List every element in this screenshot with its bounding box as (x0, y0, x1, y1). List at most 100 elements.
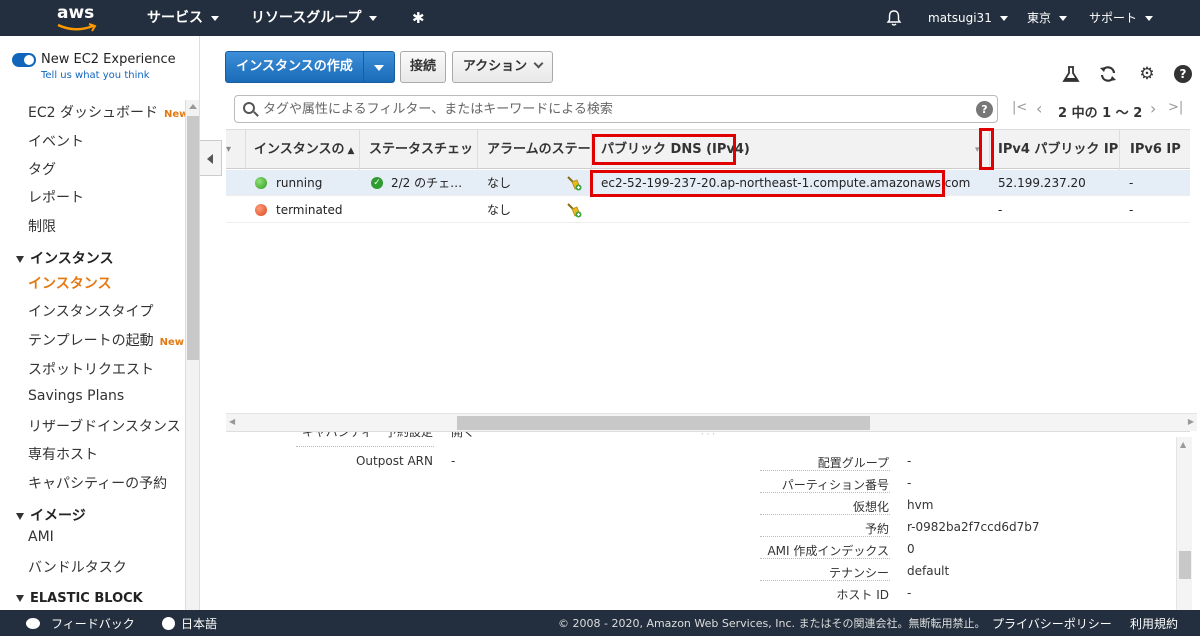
detail-value-ami-launch-index: 0 (907, 542, 915, 556)
divider (760, 580, 890, 581)
gear-icon[interactable]: ⚙ (1137, 64, 1157, 84)
details-vertical-scrollbar[interactable]: ▲ (1176, 437, 1192, 610)
column-header-label: インスタンスの (254, 142, 345, 157)
highlight-column-resize-handle (979, 128, 994, 170)
region-menu[interactable]: 東京 (1027, 0, 1068, 36)
resource-groups-menu[interactable]: リソースグループ (251, 0, 378, 36)
details-scrollbar-thumb[interactable] (1179, 551, 1191, 579)
connect-button[interactable]: 接続 (400, 51, 446, 83)
new-experience-toggle[interactable] (12, 53, 36, 67)
filter-search-input[interactable] (263, 99, 963, 119)
ipv6-ip: - (1129, 203, 1134, 217)
sidebar-item-instances[interactable]: インスタンス (28, 273, 111, 293)
running-status-icon (255, 177, 267, 189)
services-menu[interactable]: サービス (147, 0, 219, 36)
sidebar-section-ebs[interactable]: ELASTIC BLOCK (16, 591, 143, 606)
detail-label-ami-launch-index: AMI 作成インデックス (767, 544, 889, 558)
sidebar-section-instances[interactable]: インスタンス (16, 248, 113, 268)
sidebar: New EC2 Experience Tell us what you thin… (0, 36, 200, 610)
sidebar-item-events[interactable]: イベント (28, 131, 84, 151)
table-horizontal-scrollbar[interactable]: ◀ ▶ (226, 413, 1197, 431)
search-help-icon[interactable]: ? (976, 101, 993, 118)
sort-asc-icon: ▲ (347, 146, 355, 156)
add-alarm-icon[interactable] (566, 202, 582, 218)
sidebar-item-dedicated-hosts[interactable]: 専有ホスト (28, 444, 98, 464)
status-checks (391, 197, 469, 223)
sidebar-section-images[interactable]: イメージ (16, 505, 86, 525)
sidebar-item-savings-plans[interactable]: Savings Plans (28, 388, 124, 404)
divider (760, 514, 890, 515)
collapse-sidebar-button[interactable] (200, 140, 222, 176)
sidebar-item-tags[interactable]: タグ (28, 159, 56, 179)
alarm-status: なし (487, 176, 512, 190)
highlight-dns-value (590, 170, 945, 197)
chevron-down-icon (211, 15, 219, 21)
column-header-alarm-status[interactable]: アラームのステー (478, 130, 592, 170)
launch-instance-button[interactable]: インスタンスの作成 (225, 51, 364, 83)
user-label: matsugi31 (928, 11, 992, 25)
bell-icon[interactable] (886, 9, 902, 27)
section-label: ELASTIC BLOCK (30, 591, 143, 606)
flask-icon[interactable] (1061, 64, 1081, 84)
expand-triangle-icon (16, 595, 24, 602)
previous-page-icon[interactable]: ‹ (1036, 99, 1042, 118)
last-page-icon[interactable]: >| (1168, 100, 1183, 115)
sidebar-item-reports[interactable]: レポート (28, 187, 84, 207)
sidebar-scrollbar[interactable] (185, 100, 199, 610)
table-scrollbar-thumb[interactable] (457, 416, 870, 430)
column-header-status-checks[interactable]: ステータスチェッ (360, 130, 478, 170)
chevron-down-icon (533, 58, 544, 69)
sidebar-item-capacity-reservations[interactable]: キャパシティーの予約 (28, 473, 167, 493)
sidebar-item-instance-types[interactable]: インスタンスタイプ (28, 301, 153, 321)
support-menu[interactable]: サポート (1089, 0, 1154, 36)
next-page-icon[interactable]: › (1150, 99, 1156, 118)
launch-instance-dropdown-button[interactable] (363, 51, 395, 83)
table-row[interactable]: terminated なし - - (226, 197, 1190, 223)
feedback-link[interactable]: Tell us what you think (41, 70, 150, 81)
first-page-icon[interactable]: |< (1012, 100, 1027, 115)
sidebar-item-bundle-tasks[interactable]: バンドルタスク (28, 557, 127, 577)
region-label: 東京 (1027, 11, 1052, 25)
detail-label-outpost-arn: Outpost ARN (355, 454, 433, 468)
aws-logo-text: aws (57, 3, 95, 23)
chevron-down-icon (1059, 16, 1068, 21)
scroll-right-icon[interactable]: ▶ (1188, 417, 1194, 426)
sidebar-item-dashboard[interactable]: EC2 ダッシュボード New (28, 102, 188, 122)
detail-value-capacity-reservation[interactable]: 開く (451, 432, 475, 442)
status-checks: 2/2 のチェ… (391, 176, 463, 190)
scroll-up-icon[interactable] (189, 104, 197, 109)
aws-logo[interactable]: aws (55, 2, 99, 32)
help-icon[interactable]: ? (1174, 65, 1192, 83)
column-header-ipv6-ip[interactable]: IPv6 IP (1120, 130, 1190, 170)
detail-value-tenancy: default (907, 564, 950, 578)
column-menu-icon[interactable]: ▾ (226, 130, 246, 170)
sidebar-item-limits[interactable]: 制限 (28, 216, 56, 236)
sidebar-item-ami[interactable]: AMI (28, 529, 54, 545)
actions-button[interactable]: アクション (452, 51, 553, 83)
pin-icon[interactable]: ✱ (412, 0, 425, 36)
user-menu[interactable]: matsugi31 (928, 0, 1008, 36)
sidebar-item-spot-requests[interactable]: スポットリクエスト (28, 359, 154, 379)
feedback-link[interactable]: フィードバック (26, 610, 135, 636)
refresh-icon[interactable] (1098, 64, 1118, 84)
terms-link[interactable]: 利用規約 (1130, 610, 1178, 636)
sidebar-item-launch-templates[interactable]: テンプレートの起動 New (28, 330, 184, 350)
column-header-instance-state[interactable]: インスタンスの ▲ (246, 130, 360, 170)
sidebar-scrollbar-thumb[interactable] (187, 116, 199, 360)
sidebar-item-label: EC2 ダッシュボード (28, 105, 158, 121)
column-header-ipv4-public-ip[interactable]: IPv4 パブリック IP▾ (990, 130, 1120, 170)
detail-label-reservation: 予約 (864, 522, 889, 536)
scroll-up-icon[interactable]: ▲ (1180, 440, 1186, 449)
divider (760, 558, 890, 559)
resource-groups-label: リソースグループ (251, 10, 362, 26)
sidebar-item-reserved-instances[interactable]: リザーブドインスタンス (28, 416, 181, 436)
services-label: サービス (147, 10, 203, 26)
privacy-policy-link[interactable]: プライバシーポリシー (992, 610, 1112, 636)
chevron-down-icon (369, 15, 378, 21)
divider (760, 470, 890, 471)
language-selector[interactable]: 日本語 (162, 610, 217, 636)
expand-triangle-icon (16, 512, 24, 520)
add-alarm-icon[interactable] (566, 175, 582, 191)
scroll-left-icon[interactable]: ◀ (229, 417, 235, 426)
expand-triangle-icon (16, 255, 24, 263)
